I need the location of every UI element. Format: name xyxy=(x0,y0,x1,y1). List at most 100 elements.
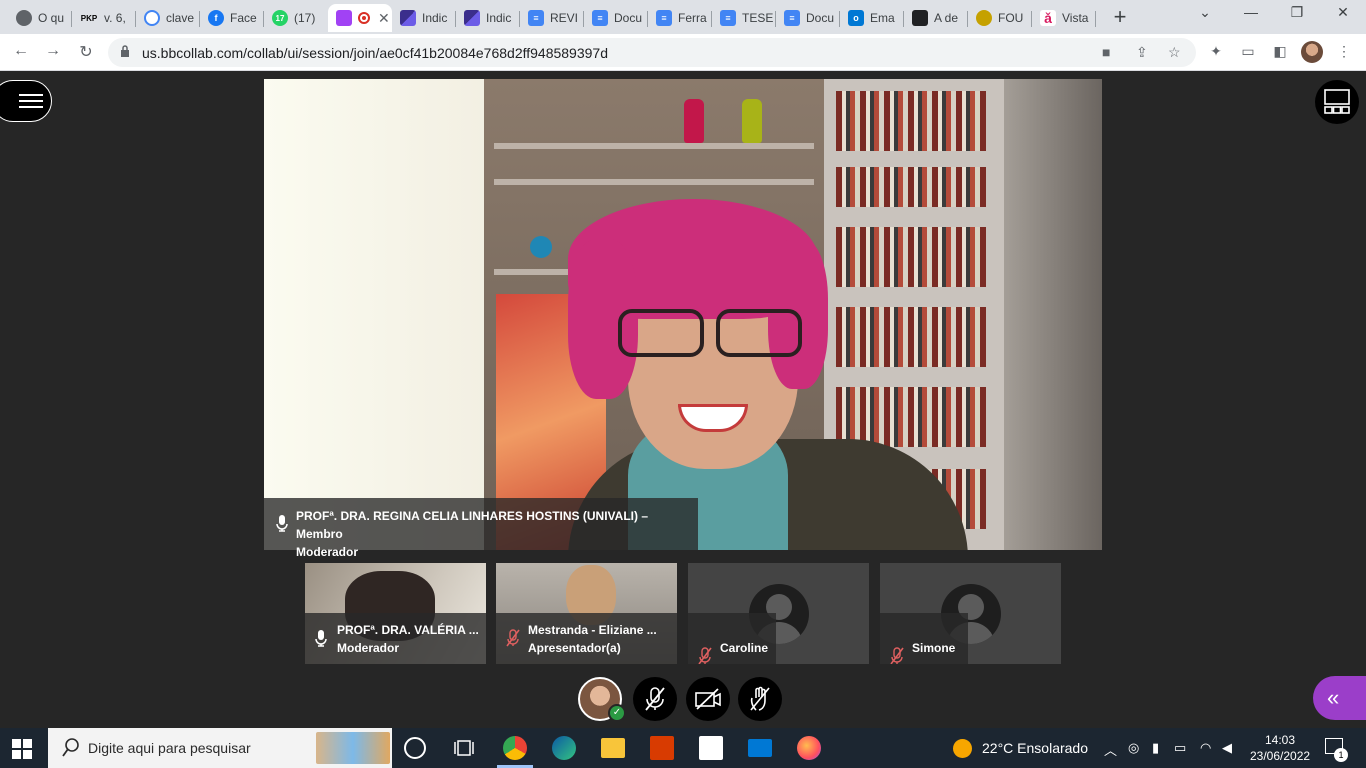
sun-weather-icon[interactable] xyxy=(953,739,972,758)
session-menu-button[interactable] xyxy=(0,80,52,122)
restore-button[interactable]: ❐ xyxy=(1282,4,1312,21)
outlook-icon: o xyxy=(848,10,864,26)
main-speaker-name: PROFª. DRA. REGINA CELIA LINHARES HOSTIN… xyxy=(296,507,691,561)
new-tab-button[interactable]: + xyxy=(1108,6,1132,28)
weather-text[interactable]: 22°C Ensolarado xyxy=(982,740,1088,756)
participant-name: PROFª. DRA. VALÉRIA ... xyxy=(337,623,479,637)
collaborate-icon xyxy=(336,10,352,26)
tab-1[interactable]: O qu xyxy=(8,4,72,32)
docs-icon: ≡ xyxy=(592,10,608,26)
more-menu-icon[interactable]: ⋮ xyxy=(1334,43,1354,60)
search-highlight-image xyxy=(316,732,390,764)
back-arrow-icon[interactable]: ← xyxy=(10,42,32,60)
tab-8[interactable]: Indic xyxy=(456,4,520,32)
tab-12[interactable]: ≡ TESE xyxy=(712,4,776,32)
cortana-icon[interactable] xyxy=(404,737,426,759)
grid-layout-icon xyxy=(1324,89,1350,114)
tab-16[interactable]: FOU xyxy=(968,4,1032,32)
participant-tile-valeria[interactable]: PROFª. DRA. VALÉRIA ... Moderador xyxy=(305,563,486,664)
microphone-icon xyxy=(276,515,288,532)
tab-5[interactable]: 17 (17) xyxy=(264,4,328,32)
clock-time: 14:03 xyxy=(1264,733,1296,747)
close-window-button[interactable]: ✕ xyxy=(1328,4,1358,21)
participant-name: Simone xyxy=(912,641,956,655)
microphone-toggle-button[interactable] xyxy=(633,677,677,721)
grid-layout-button[interactable] xyxy=(1315,80,1359,124)
tab-2[interactable]: PKP v. 6, xyxy=(72,4,136,32)
tab-10[interactable]: ≡ Docu xyxy=(584,4,648,32)
windows-taskbar: Digite aqui para pesquisar 22°C Ensolara… xyxy=(0,728,1366,768)
firefox-icon[interactable] xyxy=(797,736,821,760)
task-view-icon[interactable] xyxy=(453,736,477,760)
tab-collaborate-active[interactable]: ✕ xyxy=(328,4,392,32)
share-icon[interactable]: ⇪ xyxy=(1136,44,1148,61)
tab-14[interactable]: o Ema xyxy=(840,4,904,32)
participant-tile-simone[interactable]: Simone xyxy=(880,563,1061,664)
tab-label: Face xyxy=(230,11,257,25)
microphone-icon xyxy=(315,630,327,647)
tab-4[interactable]: f Face xyxy=(200,4,264,32)
crest-icon xyxy=(976,10,992,26)
chrome-icon xyxy=(16,10,32,26)
chrome-taskbar-icon[interactable] xyxy=(503,736,527,760)
tab-label: Vista xyxy=(1062,11,1089,25)
bookmark-star-icon[interactable]: ☆ xyxy=(1168,44,1181,61)
camera-in-use-icon[interactable]: ■ xyxy=(1102,44,1110,60)
whatsapp-icon: 17 xyxy=(272,10,288,26)
raise-hand-button[interactable] xyxy=(738,677,782,721)
tab-close-icon[interactable]: ✕ xyxy=(378,10,390,27)
tab-15[interactable]: A de xyxy=(904,4,968,32)
tab-7[interactable]: Indic xyxy=(392,4,456,32)
office-icon[interactable] xyxy=(650,736,674,760)
show-hidden-icons-icon[interactable]: ︿ xyxy=(1104,740,1117,759)
participant-name: Caroline xyxy=(720,641,769,655)
open-panel-button[interactable]: « xyxy=(1313,676,1366,720)
tab-label: Indic xyxy=(422,11,448,25)
tab-11[interactable]: ≡ Ferra xyxy=(648,4,712,32)
tab-label: TESE xyxy=(742,11,774,25)
tab-label: v. 6, xyxy=(104,11,126,25)
camera-toggle-button[interactable] xyxy=(686,677,730,721)
file-explorer-icon[interactable] xyxy=(601,738,625,758)
tab-label: Docu xyxy=(806,11,835,25)
microphone-tray-icon[interactable]: ▮ xyxy=(1152,740,1159,756)
minimize-button[interactable]: — xyxy=(1236,4,1266,20)
participant-tile-eliziane[interactable]: Mestranda - Eliziane ... Apresentador(a) xyxy=(496,563,677,664)
battery-icon[interactable]: ▭ xyxy=(1174,740,1186,756)
wifi-icon[interactable]: ◠ xyxy=(1200,740,1211,756)
participant-tile-caroline[interactable]: Caroline xyxy=(688,563,869,664)
reload-icon[interactable]: ↻ xyxy=(75,42,97,62)
microphone-muted-icon xyxy=(890,647,904,664)
tab-label: A de xyxy=(934,11,959,25)
tab-label: REVI xyxy=(550,11,579,25)
tab-search-chevron-icon[interactable]: ⌄ xyxy=(1190,4,1220,21)
side-panel-icon[interactable]: ◧ xyxy=(1270,43,1290,60)
status-check-icon: ✓ xyxy=(608,704,626,722)
browser-toolbar: ← → ↻ us.bbcollab.com/collab/ui/session/… xyxy=(0,34,1366,71)
main-speaker-video[interactable] xyxy=(264,79,1102,550)
extensions-icon[interactable]: ✦ xyxy=(1206,43,1226,60)
clock[interactable]: 14:03 23/06/2022 xyxy=(1250,732,1310,764)
url-text: us.bbcollab.com/collab/ui/session/join/a… xyxy=(142,45,608,61)
tab-13[interactable]: ≡ Docu xyxy=(776,4,840,32)
lock-icon[interactable] xyxy=(120,45,130,57)
library-icon xyxy=(912,10,928,26)
forward-arrow-icon[interactable]: → xyxy=(42,42,64,60)
mail-icon[interactable] xyxy=(748,739,772,757)
store-icon[interactable] xyxy=(699,736,723,760)
address-bar[interactable]: us.bbcollab.com/collab/ui/session/join/a… xyxy=(108,38,1196,67)
tab-3[interactable]: clave xyxy=(136,4,200,32)
participant-role: Moderador xyxy=(337,641,400,655)
edge-icon[interactable] xyxy=(552,736,576,760)
meet-now-icon[interactable]: ◎ xyxy=(1128,740,1139,756)
tab-17[interactable]: ǎ Vista xyxy=(1032,4,1096,32)
windows-start-icon[interactable] xyxy=(12,739,32,759)
profile-avatar[interactable] xyxy=(1301,41,1323,63)
taskbar-search-box[interactable]: Digite aqui para pesquisar xyxy=(48,728,392,768)
tab-label: Indic xyxy=(486,11,512,25)
cast-icon[interactable]: ▭ xyxy=(1238,43,1258,60)
volume-icon[interactable]: ◀ xyxy=(1222,740,1232,756)
docs-icon: ≡ xyxy=(784,10,800,26)
tab-9[interactable]: ≡ REVI xyxy=(520,4,584,32)
tab-label: (17) xyxy=(294,11,316,25)
